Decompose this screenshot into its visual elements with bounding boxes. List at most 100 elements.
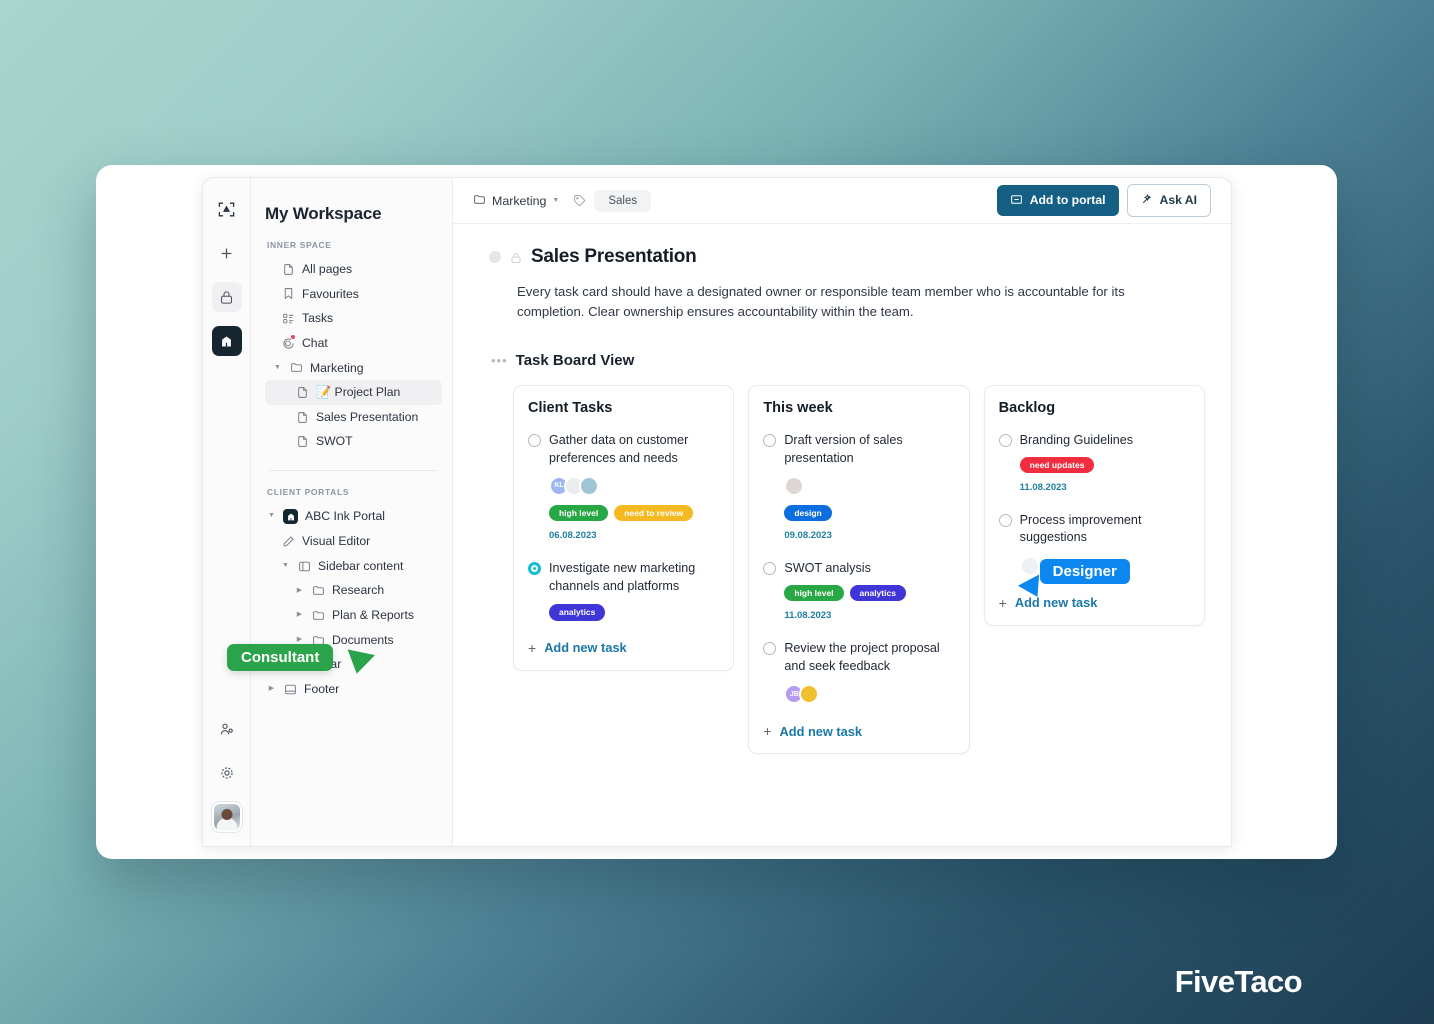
tag-chip-sales[interactable]: Sales <box>594 189 652 212</box>
avatar[interactable] <box>579 475 599 496</box>
members-icon[interactable] <box>212 714 242 744</box>
task-tag[interactable]: need to review <box>614 504 694 522</box>
add-to-portal-label: Add to portal <box>1029 193 1106 208</box>
sidebar-section-inner-space: INNER SPACE <box>267 240 332 250</box>
task-tag[interactable]: analytics <box>549 604 606 621</box>
chevron-right-icon[interactable]: ▶ <box>295 636 304 644</box>
sidebar-item-project-plan[interactable]: 📝 Project Plan <box>265 380 442 405</box>
sidebar-item-label: SWOT <box>316 434 353 449</box>
main-area: Marketing ▼ Sales Add to portal Ask AI S… <box>453 178 1231 846</box>
ask-ai-button[interactable]: Ask AI <box>1126 184 1211 217</box>
sidebar-item-marketing[interactable]: ▼ Marketing <box>265 356 442 381</box>
sidebar-item-label: Visual Editor <box>302 534 371 549</box>
sidebar-item-swot[interactable]: SWOT <box>265 429 442 454</box>
chevron-down-icon[interactable]: ▼ <box>552 197 559 204</box>
task-checkbox[interactable] <box>763 562 777 576</box>
add-new-task-label: Add new task <box>544 640 627 656</box>
chevron-right-icon[interactable]: ▶ <box>295 587 304 595</box>
column-title: Client Tasks <box>528 400 613 417</box>
sidebar-item-all-pages[interactable]: All pages <box>265 257 442 282</box>
task-checkbox[interactable] <box>763 642 777 656</box>
sidebar-item-sidebar-content[interactable]: ▼ Sidebar content <box>265 554 442 579</box>
app-inner-panel: My Workspace INNER SPACE All pages Favou… <box>202 177 1232 847</box>
sidebar-item-label: Favourites <box>302 286 359 301</box>
avatar[interactable] <box>1019 555 1040 576</box>
task-checkbox[interactable] <box>763 434 777 448</box>
task-tag[interactable]: design <box>784 504 832 522</box>
sidebar-item-footer[interactable]: ▶ Footer <box>265 677 442 702</box>
sidebar-item-chat[interactable]: Chat <box>265 331 442 356</box>
sidebar-item-label: Documents <box>332 632 394 647</box>
task-date: 09.08.2023 <box>784 530 832 542</box>
folder-icon <box>289 361 303 375</box>
task-assignees: KL <box>549 475 719 496</box>
breadcrumb[interactable]: Marketing ▼ <box>473 193 559 209</box>
task-tag[interactable]: analytics <box>849 584 906 602</box>
pencil-icon <box>281 534 295 548</box>
folder-icon <box>473 193 486 209</box>
sidebar-item-label: Sales Presentation <box>316 409 419 424</box>
task-header: Review the project proposal and seek fee… <box>763 640 954 675</box>
app-window: My Workspace INNER SPACE All pages Favou… <box>96 165 1337 859</box>
task-title: Process improvement suggestions <box>1019 513 1142 545</box>
task-checkbox[interactable] <box>528 434 541 448</box>
add-to-portal-button[interactable]: Add to portal <box>996 184 1119 217</box>
page-icon <box>295 435 309 449</box>
task-card[interactable]: Branding Guidelines need updates 11.08.2… <box>998 432 1190 493</box>
add-new-task-button[interactable]: + Add new task <box>528 640 719 656</box>
lock-icon[interactable] <box>211 282 242 312</box>
sidebar-item-sales-presentation[interactable]: Sales Presentation <box>265 405 442 430</box>
breadcrumb-label: Marketing <box>492 193 547 208</box>
logo-icon[interactable] <box>212 194 242 224</box>
chevron-right-icon[interactable]: ▶ <box>295 611 304 619</box>
sidebar-item-tasks[interactable]: Tasks <box>265 306 442 331</box>
folder-icon <box>311 584 325 598</box>
document-header: Sales Presentation <box>489 246 1205 268</box>
chevron-right-icon[interactable]: ▶ <box>267 685 276 693</box>
chevron-down-icon[interactable]: ▼ <box>267 512 276 520</box>
document-content: Sales Presentation Every task card shoul… <box>453 224 1231 846</box>
drag-handle-icon[interactable] <box>489 251 501 263</box>
sidebar-item-research[interactable]: ▶ Research <box>265 578 442 603</box>
task-header: Draft version of sales presentation <box>763 432 954 467</box>
sidebar-divider <box>269 470 438 472</box>
sidebar-item-abc-ink-portal[interactable]: ▼ ABC Ink Portal <box>265 504 442 529</box>
sidebar-item-label: Plan & Reports <box>332 608 414 623</box>
task-tag[interactable]: high level <box>784 584 844 602</box>
task-card[interactable]: Draft version of sales presentation desi… <box>763 432 954 541</box>
avatar[interactable] <box>784 475 805 496</box>
tasks-icon <box>281 312 295 326</box>
task-checkbox[interactable] <box>528 562 541 576</box>
chevron-down-icon[interactable]: ▼ <box>273 364 282 372</box>
task-card[interactable]: Investigate new marketing channels and p… <box>528 560 719 621</box>
section-heading-row: ••• Task Board View <box>491 352 1205 369</box>
chevron-down-icon[interactable]: ▼ <box>281 562 290 570</box>
portal-icon[interactable] <box>211 326 242 356</box>
task-checkbox[interactable] <box>998 434 1012 448</box>
task-card[interactable]: SWOT analysis high level analytics 11.08… <box>763 560 954 621</box>
task-card[interactable]: Review the project proposal and seek fee… <box>763 640 954 704</box>
gear-icon[interactable] <box>212 758 242 788</box>
tag-icon <box>573 194 586 207</box>
avatar[interactable] <box>799 684 820 704</box>
task-card[interactable]: Gather data on customer preferences and … <box>528 432 719 541</box>
footer-icon <box>283 682 297 696</box>
task-tag[interactable]: high level <box>549 504 609 522</box>
task-date: 06.08.2023 <box>549 530 597 542</box>
sidebar-item-visual-editor[interactable]: Visual Editor <box>265 529 442 554</box>
task-tags: design <box>784 504 954 522</box>
portal-add-icon <box>1010 193 1023 208</box>
icon-rail <box>203 178 251 846</box>
sidebar-item-plan-reports[interactable]: ▶ Plan & Reports <box>265 603 442 628</box>
workspace-title: My Workspace <box>265 204 382 223</box>
add-new-task-button[interactable]: + Add new task <box>763 723 954 739</box>
task-checkbox[interactable] <box>998 514 1012 527</box>
add-icon[interactable] <box>212 238 242 268</box>
section-heading: Task Board View <box>515 352 635 370</box>
drag-dots-icon[interactable]: ••• <box>491 354 508 367</box>
sidebar-item-label: Marketing <box>310 360 364 375</box>
board-column-client-tasks: Client Tasks Gather data on customer pre… <box>513 385 735 671</box>
user-avatar[interactable] <box>211 802 242 832</box>
task-tag[interactable]: need updates <box>1019 456 1095 473</box>
sidebar-item-favourites[interactable]: Favourites <box>265 282 442 307</box>
